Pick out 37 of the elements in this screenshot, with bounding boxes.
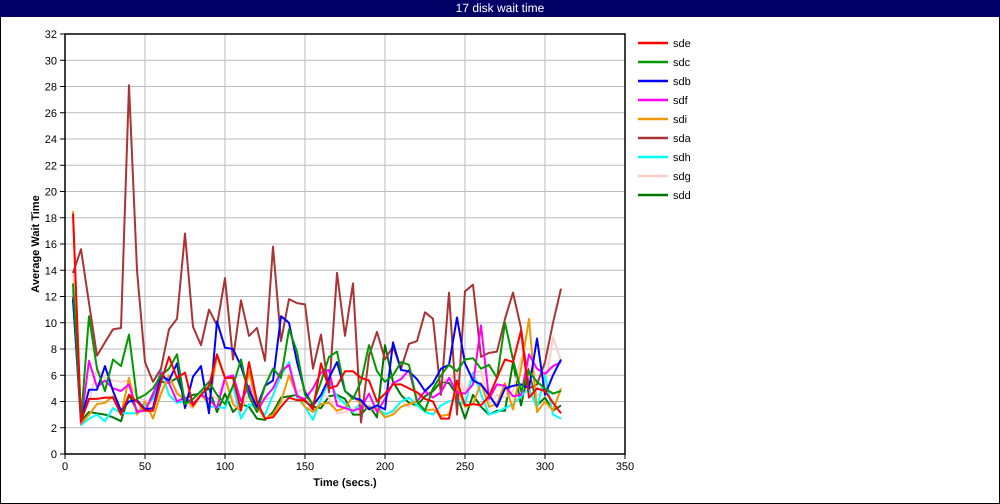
- y-tick-label: 32: [44, 29, 57, 41]
- window-title: 17 disk wait time: [0, 0, 1000, 17]
- x-tick-label: 150: [296, 461, 314, 473]
- y-tick-label: 0: [50, 449, 57, 461]
- y-tick-label: 2: [50, 422, 57, 435]
- legend-label: sdf: [673, 95, 688, 107]
- legend-label: sde: [673, 38, 691, 50]
- y-tick-label: 4: [50, 396, 57, 408]
- x-tick-label: 300: [536, 461, 554, 473]
- y-tick-label: 18: [44, 212, 57, 225]
- legend-label: sdb: [673, 76, 691, 88]
- x-axis-title: Time (secs.): [313, 477, 377, 489]
- legend-label: sdc: [673, 57, 690, 69]
- y-tick-label: 10: [44, 318, 57, 330]
- x-tick-label: 350: [616, 461, 634, 473]
- y-tick-label: 24: [44, 134, 57, 146]
- legend-label: sdi: [673, 114, 688, 126]
- x-tick-label: 0: [62, 461, 68, 473]
- legend-label: sdd: [673, 190, 691, 202]
- y-tick-label: 6: [50, 370, 57, 382]
- y-tick-label: 14: [44, 265, 57, 278]
- x-tick-label: 50: [138, 461, 152, 473]
- x-tick-label: 200: [376, 461, 394, 473]
- y-tick-label: 8: [50, 344, 57, 356]
- y-tick-label: 16: [44, 239, 57, 251]
- y-tick-label: 22: [44, 160, 57, 172]
- legend-label: sdh: [673, 152, 691, 164]
- y-tick-label: 30: [44, 55, 57, 68]
- y-tick-label: 20: [44, 186, 57, 198]
- legend-label: sdg: [673, 171, 691, 183]
- y-tick-label: 26: [44, 108, 57, 120]
- y-tick-label: 12: [44, 292, 57, 304]
- y-tick-label: 28: [44, 82, 57, 94]
- legend-label: sda: [673, 133, 691, 145]
- x-tick-label: 100: [216, 461, 234, 473]
- x-tick-label: 250: [456, 461, 474, 473]
- y-axis-title: Average Wait Time: [30, 195, 42, 293]
